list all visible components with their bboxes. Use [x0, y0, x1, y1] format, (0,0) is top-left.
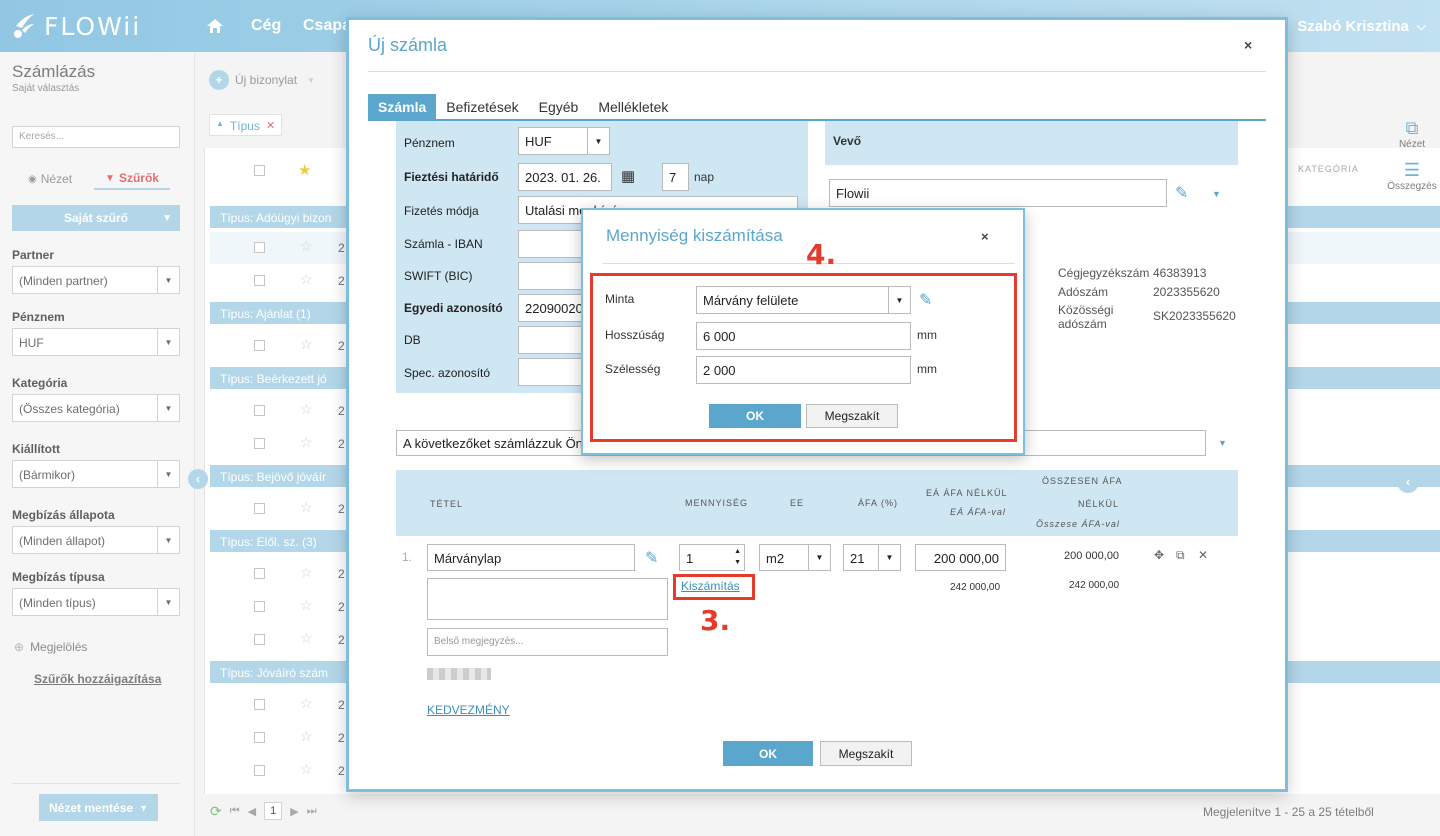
eu-tax-label: Közösségi: [1058, 303, 1114, 317]
length-label: Hosszúság: [605, 328, 665, 342]
copy-icon[interactable]: ⧉: [1176, 548, 1185, 563]
iban-input[interactable]: [518, 230, 588, 258]
swift-input[interactable]: [518, 262, 588, 290]
dialog-title: Új számla: [368, 35, 448, 55]
due-date-input[interactable]: 2023. 01. 26.: [518, 163, 612, 191]
length-input[interactable]: 6 000: [696, 322, 911, 350]
line-index: 1.: [402, 550, 413, 564]
col-quantity: MENNYISÉG: [685, 498, 749, 508]
caret-down-icon: ▼: [808, 545, 830, 570]
length-unit: mm: [917, 328, 937, 342]
width-unit: mm: [917, 362, 937, 376]
currency-select[interactable]: HUF ▼: [518, 127, 610, 155]
eu-tax-value: SK2023355620: [1153, 309, 1236, 323]
blurred-content: [427, 668, 491, 680]
dialog-tabs: Számla Befizetések Egyéb Mellékletek: [368, 94, 678, 119]
delete-icon[interactable]: ✕: [1198, 548, 1208, 562]
col-total-net: ÖSSZESEN ÁFA: [1042, 476, 1123, 486]
col-total-net-2: NÉLKÜL: [1078, 499, 1120, 509]
width-label: Szélesség: [605, 362, 661, 376]
reg-number-value: 46383913: [1153, 266, 1207, 280]
tax-number-value: 2023355620: [1153, 285, 1220, 299]
cancel-button[interactable]: Megszakít: [806, 404, 898, 428]
close-icon[interactable]: ×: [1244, 37, 1252, 53]
unit-gross-value: 242 000,00: [950, 582, 1001, 593]
eu-tax-label-2: adószám: [1058, 317, 1107, 331]
total-gross-value: 242 000,00: [1069, 580, 1120, 591]
unit-value: m2: [766, 551, 785, 566]
unit-select[interactable]: m2 ▼: [759, 544, 831, 571]
tab-attachments[interactable]: Mellékletek: [588, 94, 678, 119]
internal-note-input[interactable]: Belső megjegyzés...: [427, 628, 668, 656]
col-vat: ÁFA (%): [858, 498, 899, 508]
tax-number-label: Adószám: [1058, 285, 1109, 299]
quantity-value: 1: [686, 551, 694, 566]
move-icon[interactable]: ✥: [1154, 548, 1164, 562]
stepper-arrows-icon[interactable]: ▲ ▼: [734, 546, 741, 568]
col-unit: EE: [790, 498, 805, 508]
spec-id-input[interactable]: [518, 358, 588, 386]
tab-other[interactable]: Egyéb: [529, 94, 589, 119]
cancel-button[interactable]: Megszakít: [820, 741, 912, 766]
item-description-textarea[interactable]: [427, 578, 668, 620]
pattern-label: Minta: [605, 292, 635, 306]
unique-id-input[interactable]: 22090020: [518, 294, 588, 322]
unit-price-input[interactable]: 200 000,00: [915, 544, 1006, 571]
spec-id-label: Spec. azonosító: [404, 366, 491, 380]
dialog-divider: [368, 71, 1266, 72]
annotation-step3: 3.: [700, 604, 731, 637]
tab-invoice[interactable]: Számla: [368, 94, 437, 119]
currency-label: Pénznem: [404, 136, 455, 150]
unique-id-label: Egyedi azonosító: [404, 301, 503, 315]
payment-method-label: Fizetés módja: [404, 204, 479, 218]
vat-value: 21: [850, 551, 865, 566]
due-date-label: Fieztési határidő: [404, 170, 499, 184]
ok-button[interactable]: OK: [709, 404, 801, 428]
caret-down-icon[interactable]: ▼: [1212, 189, 1221, 199]
ok-button[interactable]: OK: [723, 741, 813, 766]
pattern-value: Márvány felülete: [703, 293, 799, 308]
item-name-input[interactable]: Márványlap: [427, 544, 635, 571]
width-input[interactable]: 2 000: [696, 356, 911, 384]
total-net-value: 200 000,00: [1064, 550, 1120, 562]
vat-select[interactable]: 21 ▼: [843, 544, 901, 571]
buyer-header: Vevő: [825, 121, 1238, 165]
col-total-gross: Összese ÁFA-val: [1036, 519, 1120, 529]
col-unit-net: EÁ ÁFA NÉLKÜL: [926, 488, 1008, 498]
db-label: DB: [404, 333, 421, 347]
currency-value: HUF: [525, 134, 552, 149]
caret-down-icon: ▼: [587, 128, 609, 154]
caret-down-icon: ▼: [878, 545, 900, 570]
caret-down-icon: ▼: [888, 287, 910, 313]
col-item: TÉTEL: [430, 499, 464, 509]
caret-down-icon[interactable]: ▼: [1218, 438, 1227, 448]
days-input[interactable]: 7: [662, 163, 689, 191]
quantity-calc-title: Mennyiség kiszámítása: [606, 226, 783, 245]
tab-payments[interactable]: Befizetések: [436, 94, 528, 119]
discount-link[interactable]: KEDVEZMÉNY: [427, 703, 510, 717]
iban-label: Számla - IBAN: [404, 237, 483, 251]
calendar-icon[interactable]: ▦: [621, 167, 635, 185]
swift-label: SWIFT (BIC): [404, 269, 473, 283]
buyer-input[interactable]: Flowii: [829, 179, 1167, 207]
reg-number-label: Cégjegyzékszám: [1058, 266, 1150, 280]
col-unit-gross: EÁ ÁFA-val: [950, 507, 1006, 517]
pencil-icon[interactable]: ✎: [1175, 183, 1188, 203]
close-icon[interactable]: ×: [981, 229, 989, 244]
quantity-stepper[interactable]: 1 ▲ ▼: [679, 544, 745, 571]
annotation-step4: 4.: [806, 238, 837, 271]
db-input[interactable]: [518, 326, 588, 354]
pencil-icon[interactable]: ✎: [645, 548, 658, 568]
pattern-select[interactable]: Márvány felülete ▼: [696, 286, 911, 314]
calculate-link[interactable]: Kiszámítás: [681, 579, 740, 593]
pencil-icon[interactable]: ✎: [919, 290, 932, 310]
days-unit: nap: [694, 170, 715, 184]
